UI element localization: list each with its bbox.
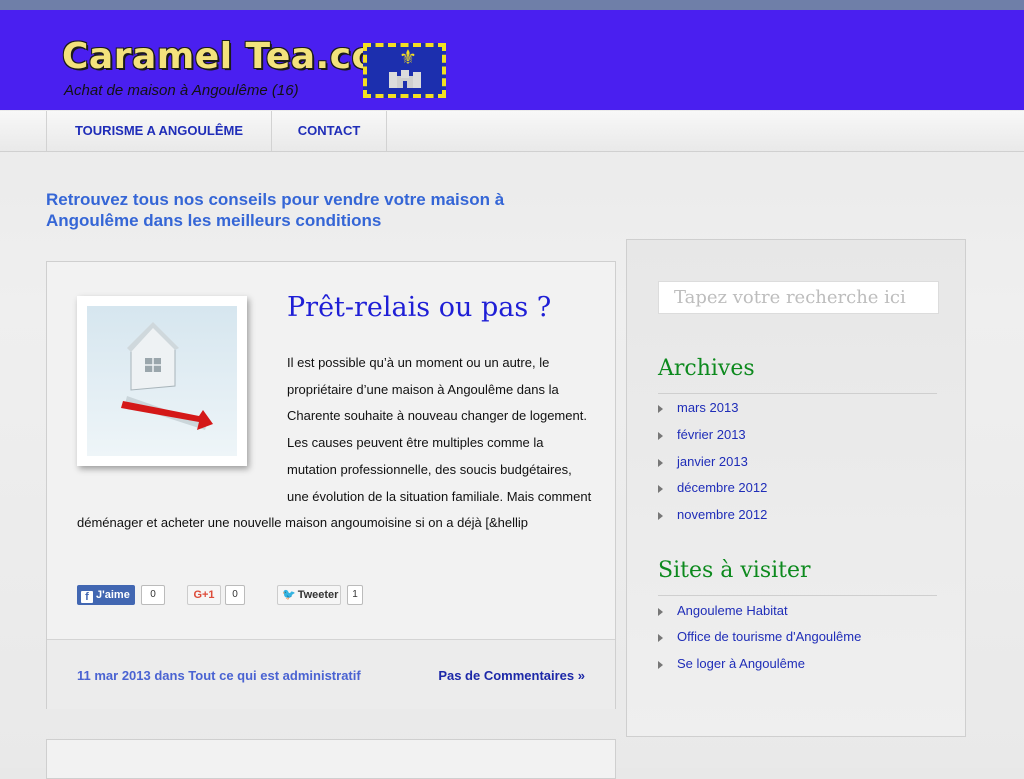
gplus-count: 0 (225, 585, 245, 605)
twitter-widget[interactable]: 🐦 Tweeter 1 (277, 585, 367, 605)
fleur-de-lis-icon: ⚜ (399, 47, 417, 69)
arrow-right-icon (658, 511, 663, 520)
page-tagline: Retrouvez tous nos conseils pour vendre … (46, 190, 505, 230)
post-excerpt: Il est possible qu’à un moment ou un aut… (77, 350, 592, 537)
post-title[interactable]: Prêt-relais ou pas ? (287, 292, 551, 323)
flag-icon: ⚜ (363, 43, 446, 98)
site-header: Caramel Tea.com Achat de maison à Angoul… (0, 10, 1024, 110)
facebook-like-widget[interactable]: f J'aime 0 (77, 585, 167, 605)
main-nav: TOURISME A ANGOULÊME CONTACT (0, 111, 1024, 152)
next-post-card (46, 739, 616, 779)
archive-item[interactable]: novembre 2012 (658, 506, 767, 524)
tweet-button[interactable]: 🐦 Tweeter (277, 585, 341, 605)
site-link[interactable]: Angouleme Habitat (658, 602, 788, 620)
castle-icon (389, 70, 421, 88)
top-strip (0, 0, 1024, 10)
divider (658, 595, 937, 596)
twitter-bird-icon: 🐦 (282, 589, 296, 601)
search-input[interactable]: Tapez votre recherche ici (658, 281, 939, 314)
archive-item[interactable]: février 2013 (658, 426, 746, 444)
twitter-count: 1 (347, 585, 363, 605)
post-footer: 11 mar 2013 dans Tout ce qui est adminis… (47, 639, 615, 709)
facebook-count: 0 (141, 585, 165, 605)
arrow-right-icon (658, 404, 663, 413)
sidebar: Tapez votre recherche ici Archives mars … (626, 239, 966, 737)
archive-item[interactable]: décembre 2012 (658, 479, 767, 497)
gplus-button[interactable]: G+1 (187, 585, 221, 605)
archive-item[interactable]: janvier 2013 (658, 453, 748, 471)
facebook-like-button[interactable]: f J'aime (77, 585, 135, 605)
sites-title: Sites à visiter (658, 558, 811, 583)
post-card: Prêt-relais ou pas ? Il est possible qu’… (46, 261, 616, 709)
nav-item-tourisme[interactable]: TOURISME A ANGOULÊME (46, 111, 272, 151)
nav-item-contact[interactable]: CONTACT (271, 111, 387, 151)
gplus-widget[interactable]: G+1 0 (187, 585, 247, 605)
arrow-right-icon (658, 431, 663, 440)
arrow-right-icon (658, 607, 663, 616)
archives-title: Archives (658, 356, 755, 381)
arrow-right-icon (658, 633, 663, 642)
arrow-right-icon (658, 660, 663, 669)
arrow-right-icon (658, 484, 663, 493)
site-link[interactable]: Office de tourisme d'Angoulême (658, 628, 861, 646)
facebook-icon: f (81, 591, 93, 603)
comments-link[interactable]: Pas de Commentaires » (438, 668, 585, 683)
site-title[interactable]: Caramel Tea.com (62, 36, 415, 77)
archive-item[interactable]: mars 2013 (658, 399, 738, 417)
post-meta[interactable]: 11 mar 2013 dans Tout ce qui est adminis… (77, 668, 361, 683)
divider (658, 393, 937, 394)
site-link[interactable]: Se loger à Angoulême (658, 655, 805, 673)
site-subtitle: Achat de maison à Angoulême (16) (64, 82, 299, 99)
arrow-right-icon (658, 458, 663, 467)
